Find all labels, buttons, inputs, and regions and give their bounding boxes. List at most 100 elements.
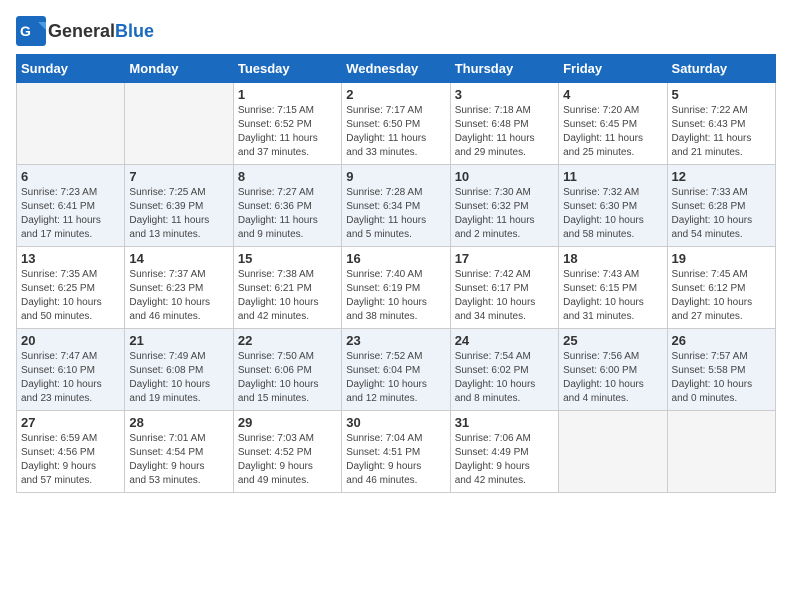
day-info: Sunrise: 7:15 AM Sunset: 6:52 PM Dayligh…: [238, 104, 337, 160]
day-info: Sunrise: 7:47 AM Sunset: 6:10 PM Dayligh…: [21, 350, 120, 406]
day-number: 14: [129, 251, 228, 266]
calendar-cell: 25 Sunrise: 7:56 AM Sunset: 6:00 PM Dayli…: [559, 329, 667, 411]
day-info: Sunrise: 7:43 AM Sunset: 6:15 PM Dayligh…: [563, 268, 662, 324]
day-number: 3: [455, 87, 554, 102]
day-info: Sunrise: 7:22 AM Sunset: 6:43 PM Dayligh…: [672, 104, 771, 160]
col-wednesday: Wednesday: [342, 55, 450, 83]
day-number: 6: [21, 169, 120, 184]
day-number: 7: [129, 169, 228, 184]
logo-general: General: [48, 21, 115, 41]
day-info: Sunrise: 7:49 AM Sunset: 6:08 PM Dayligh…: [129, 350, 228, 406]
calendar-cell: 26 Sunrise: 7:57 AM Sunset: 5:58 PM Dayli…: [667, 329, 775, 411]
day-info: Sunrise: 7:04 AM Sunset: 4:51 PM Dayligh…: [346, 432, 445, 488]
day-info: Sunrise: 7:06 AM Sunset: 4:49 PM Dayligh…: [455, 432, 554, 488]
calendar-cell: 11 Sunrise: 7:32 AM Sunset: 6:30 PM Dayli…: [559, 165, 667, 247]
col-friday: Friday: [559, 55, 667, 83]
day-number: 27: [21, 415, 120, 430]
day-info: Sunrise: 7:35 AM Sunset: 6:25 PM Dayligh…: [21, 268, 120, 324]
calendar-cell: 28 Sunrise: 7:01 AM Sunset: 4:54 PM Dayli…: [125, 411, 233, 493]
day-number: 19: [672, 251, 771, 266]
calendar-cell: 16Sunrise: 7:40 AM Sunset: 6:19 PM Dayli…: [342, 247, 450, 329]
day-info: Sunrise: 7:28 AM Sunset: 6:34 PM Dayligh…: [346, 186, 445, 242]
day-number: 26: [672, 333, 771, 348]
calendar-cell: 7 Sunrise: 7:25 AM Sunset: 6:39 PM Daylig…: [125, 165, 233, 247]
calendar-week-5: 27 Sunrise: 6:59 AM Sunset: 4:56 PM Dayli…: [17, 411, 776, 493]
calendar-cell: 19 Sunrise: 7:45 AM Sunset: 6:12 PM Dayli…: [667, 247, 775, 329]
day-info: Sunrise: 7:25 AM Sunset: 6:39 PM Dayligh…: [129, 186, 228, 242]
calendar-cell: [559, 411, 667, 493]
day-number: 30: [346, 415, 445, 430]
day-info: Sunrise: 7:33 AM Sunset: 6:28 PM Dayligh…: [672, 186, 771, 242]
day-info: Sunrise: 6:59 AM Sunset: 4:56 PM Dayligh…: [21, 432, 120, 488]
calendar-cell: 24Sunrise: 7:54 AM Sunset: 6:02 PM Dayli…: [450, 329, 558, 411]
day-number: 28: [129, 415, 228, 430]
calendar-week-2: 6 Sunrise: 7:23 AM Sunset: 6:41 PM Daylig…: [17, 165, 776, 247]
col-sunday: Sunday: [17, 55, 125, 83]
day-number: 4: [563, 87, 662, 102]
col-thursday: Thursday: [450, 55, 558, 83]
calendar-cell: 13 Sunrise: 7:35 AM Sunset: 6:25 PM Dayli…: [17, 247, 125, 329]
day-info: Sunrise: 7:23 AM Sunset: 6:41 PM Dayligh…: [21, 186, 120, 242]
calendar-week-4: 20 Sunrise: 7:47 AM Sunset: 6:10 PM Dayli…: [17, 329, 776, 411]
calendar-cell: 5 Sunrise: 7:22 AM Sunset: 6:43 PM Daylig…: [667, 83, 775, 165]
calendar-cell: 27 Sunrise: 6:59 AM Sunset: 4:56 PM Dayli…: [17, 411, 125, 493]
day-info: Sunrise: 7:42 AM Sunset: 6:17 PM Dayligh…: [455, 268, 554, 324]
calendar-cell: 4 Sunrise: 7:20 AM Sunset: 6:45 PM Daylig…: [559, 83, 667, 165]
day-info: Sunrise: 7:40 AM Sunset: 6:19 PM Dayligh…: [346, 268, 445, 324]
calendar-cell: 3Sunrise: 7:18 AM Sunset: 6:48 PM Daylig…: [450, 83, 558, 165]
page-header: G GeneralBlue: [16, 16, 776, 46]
logo-blue: Blue: [115, 21, 154, 41]
day-number: 31: [455, 415, 554, 430]
calendar-cell: [125, 83, 233, 165]
calendar-cell: 2 Sunrise: 7:17 AM Sunset: 6:50 PM Daylig…: [342, 83, 450, 165]
day-info: Sunrise: 7:37 AM Sunset: 6:23 PM Dayligh…: [129, 268, 228, 324]
day-number: 20: [21, 333, 120, 348]
calendar-cell: 17Sunrise: 7:42 AM Sunset: 6:17 PM Dayli…: [450, 247, 558, 329]
calendar-week-3: 13 Sunrise: 7:35 AM Sunset: 6:25 PM Dayli…: [17, 247, 776, 329]
day-info: Sunrise: 7:01 AM Sunset: 4:54 PM Dayligh…: [129, 432, 228, 488]
calendar-cell: 21 Sunrise: 7:49 AM Sunset: 6:08 PM Dayli…: [125, 329, 233, 411]
day-number: 15: [238, 251, 337, 266]
day-info: Sunrise: 7:56 AM Sunset: 6:00 PM Dayligh…: [563, 350, 662, 406]
col-monday: Monday: [125, 55, 233, 83]
day-number: 12: [672, 169, 771, 184]
day-info: Sunrise: 7:52 AM Sunset: 6:04 PM Dayligh…: [346, 350, 445, 406]
day-number: 1: [238, 87, 337, 102]
calendar-cell: 22Sunrise: 7:50 AM Sunset: 6:06 PM Dayli…: [233, 329, 341, 411]
calendar-cell: 10 Sunrise: 7:30 AM Sunset: 6:32 PM Dayli…: [450, 165, 558, 247]
logo-icon: G: [16, 16, 46, 46]
day-number: 2: [346, 87, 445, 102]
day-number: 23: [346, 333, 445, 348]
day-info: Sunrise: 7:17 AM Sunset: 6:50 PM Dayligh…: [346, 104, 445, 160]
day-info: Sunrise: 7:20 AM Sunset: 6:45 PM Dayligh…: [563, 104, 662, 160]
day-number: 10: [455, 169, 554, 184]
day-number: 9: [346, 169, 445, 184]
day-number: 11: [563, 169, 662, 184]
col-tuesday: Tuesday: [233, 55, 341, 83]
day-info: Sunrise: 7:32 AM Sunset: 6:30 PM Dayligh…: [563, 186, 662, 242]
day-number: 13: [21, 251, 120, 266]
calendar-cell: 30 Sunrise: 7:04 AM Sunset: 4:51 PM Dayli…: [342, 411, 450, 493]
day-number: 21: [129, 333, 228, 348]
day-number: 18: [563, 251, 662, 266]
calendar-cell: 6 Sunrise: 7:23 AM Sunset: 6:41 PM Daylig…: [17, 165, 125, 247]
day-info: Sunrise: 7:57 AM Sunset: 5:58 PM Dayligh…: [672, 350, 771, 406]
calendar-table: Sunday Monday Tuesday Wednesday Thursday…: [16, 54, 776, 493]
calendar-cell: [667, 411, 775, 493]
day-info: Sunrise: 7:54 AM Sunset: 6:02 PM Dayligh…: [455, 350, 554, 406]
day-info: Sunrise: 7:45 AM Sunset: 6:12 PM Dayligh…: [672, 268, 771, 324]
col-saturday: Saturday: [667, 55, 775, 83]
calendar-cell: 20 Sunrise: 7:47 AM Sunset: 6:10 PM Dayli…: [17, 329, 125, 411]
day-number: 25: [563, 333, 662, 348]
calendar-cell: 8Sunrise: 7:27 AM Sunset: 6:36 PM Daylig…: [233, 165, 341, 247]
calendar-cell: 14 Sunrise: 7:37 AM Sunset: 6:23 PM Dayli…: [125, 247, 233, 329]
calendar-cell: [17, 83, 125, 165]
calendar-cell: 1 Sunrise: 7:15 AM Sunset: 6:52 PM Daylig…: [233, 83, 341, 165]
day-info: Sunrise: 7:50 AM Sunset: 6:06 PM Dayligh…: [238, 350, 337, 406]
calendar-cell: 23 Sunrise: 7:52 AM Sunset: 6:04 PM Dayli…: [342, 329, 450, 411]
day-number: 5: [672, 87, 771, 102]
day-info: Sunrise: 7:38 AM Sunset: 6:21 PM Dayligh…: [238, 268, 337, 324]
calendar-cell: 29Sunrise: 7:03 AM Sunset: 4:52 PM Dayli…: [233, 411, 341, 493]
day-info: Sunrise: 7:30 AM Sunset: 6:32 PM Dayligh…: [455, 186, 554, 242]
svg-text:G: G: [20, 23, 31, 39]
